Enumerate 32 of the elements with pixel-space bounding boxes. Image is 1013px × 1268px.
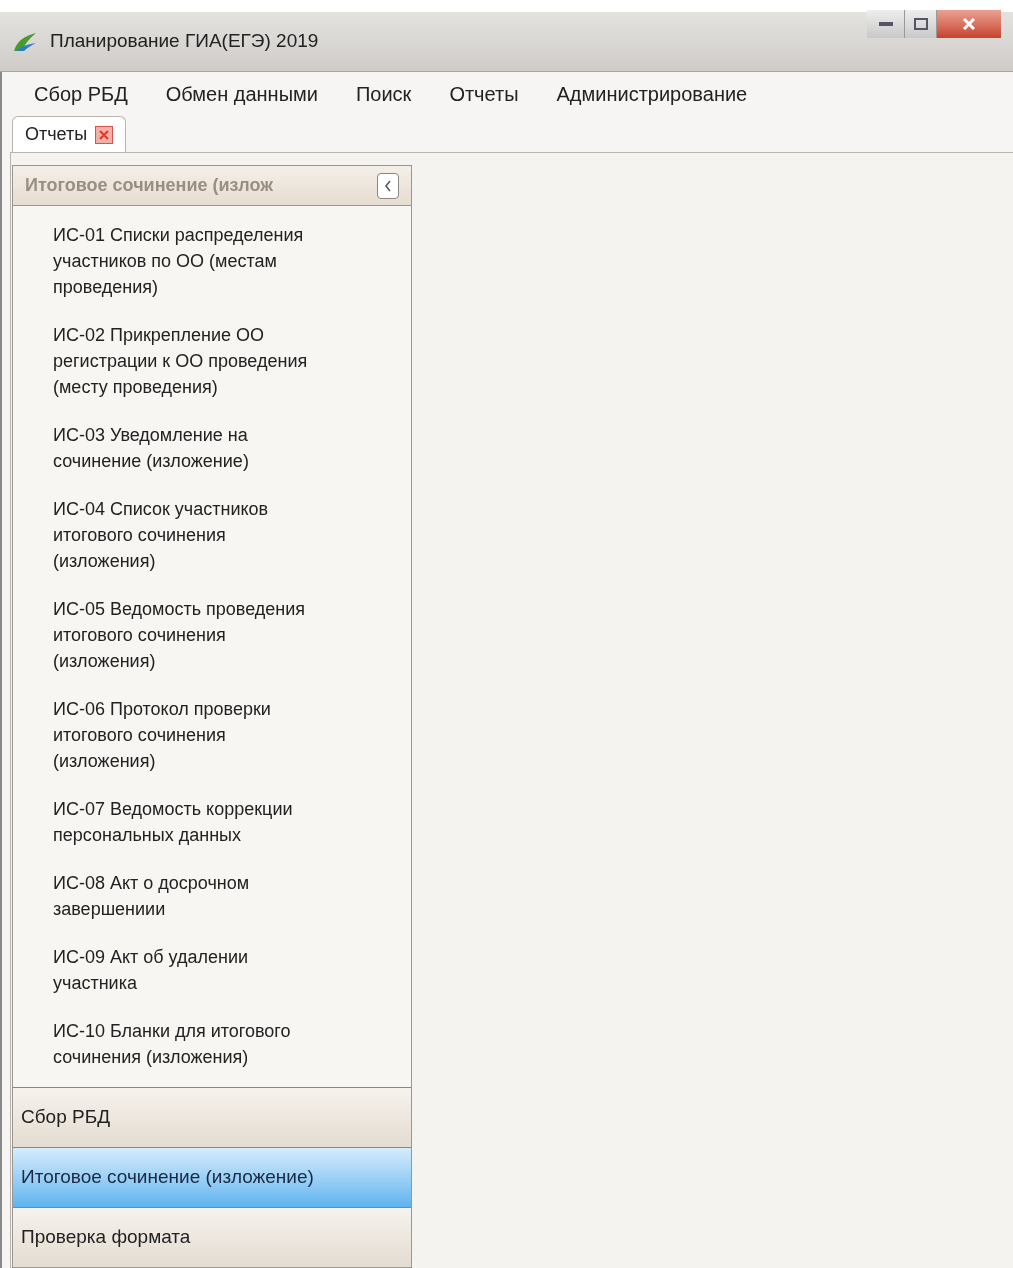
report-link[interactable]: ИС-04 Список участников итогового сочинения (изложения): [53, 496, 328, 574]
menu-item[interactable]: Обмен данными: [165, 79, 318, 109]
menu-item[interactable]: Отчеты: [449, 79, 519, 109]
report-link[interactable]: ИС-01 Списки распределения участников по ОО (местам проведения): [53, 222, 328, 300]
tab-label: Отчеты: [25, 123, 88, 146]
app-logo-icon: [12, 30, 38, 53]
tab[interactable]: Отчеты: [12, 116, 127, 152]
report-link[interactable]: ИС-06 Протокол проверки итогового сочинения (изложения): [53, 696, 328, 774]
report-link[interactable]: ИС-05 Ведомость проведения итогового сочинения (изложения): [53, 596, 328, 674]
maximize-icon: [913, 18, 928, 30]
menu-item[interactable]: Сбор РБД: [34, 79, 128, 109]
navigation-group[interactable]: Проверка формата: [13, 1207, 411, 1267]
report-link[interactable]: ИС-02 Прикрепление ОО регистрации к ОО проведения (месту проведения): [53, 322, 328, 400]
report-link[interactable]: ИС-07 Ведомость коррекции персональных данных: [53, 796, 328, 848]
sidebar-header-title: Итоговое сочинение (излож: [25, 174, 273, 197]
report-link[interactable]: ИС-10 Бланки для итогового сочинения (изложения): [53, 1018, 328, 1070]
collapse-button[interactable]: [377, 172, 399, 199]
close-button[interactable]: [937, 10, 1001, 38]
report-link[interactable]: ИС-09 Акт об удалении участника: [53, 944, 328, 996]
report-link[interactable]: ИС-08 Акт о досрочном завершениии: [53, 870, 328, 922]
minimize-icon: [878, 22, 893, 26]
navigation-group[interactable]: Итоговое сочинение (изложение): [13, 1147, 411, 1207]
maximize-button[interactable]: [905, 10, 937, 38]
close-tab-icon[interactable]: [95, 125, 114, 144]
menu-item[interactable]: Администрирование: [556, 79, 748, 109]
menu-item[interactable]: Поиск: [355, 79, 412, 109]
report-link[interactable]: ИС-03 Уведомление на сочинение (изложение): [53, 422, 328, 474]
chevron-left-icon: [384, 179, 392, 192]
navigation-group[interactable]: Сбор РБД: [13, 1087, 411, 1147]
window-title: Планирование ГИА(ЕГЭ) 2019: [50, 29, 319, 54]
minimize-button[interactable]: [867, 10, 905, 38]
close-icon: [962, 18, 976, 30]
